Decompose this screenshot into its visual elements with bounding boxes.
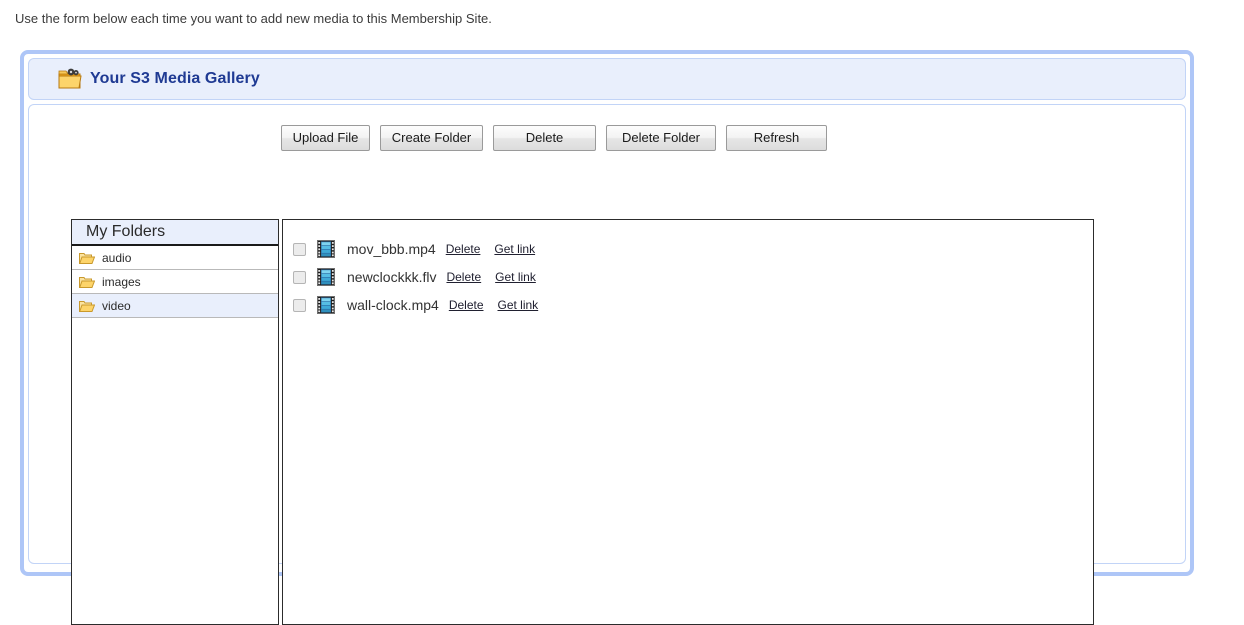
file-name: mov_bbb.mp4	[347, 241, 436, 257]
file-row: newclockkk.flv Delete Get link	[283, 263, 1093, 291]
gallery-body: Upload File Create Folder Delete Delete …	[28, 104, 1186, 625]
sidebar-item-video[interactable]: video	[72, 294, 278, 318]
gallery-container: Your S3 Media Gallery Upload File Create…	[20, 50, 1194, 625]
delete-folder-button[interactable]: Delete Folder	[606, 125, 716, 151]
file-get-link[interactable]: Get link	[498, 298, 539, 312]
open-folder-icon	[78, 251, 96, 265]
sidebar-item-audio[interactable]: audio	[72, 246, 278, 270]
film-strip-icon	[317, 268, 335, 286]
file-name: wall-clock.mp4	[347, 297, 439, 313]
file-delete-link[interactable]: Delete	[449, 298, 484, 312]
file-row: wall-clock.mp4 Delete Get link	[283, 291, 1093, 319]
folders-panel-title: My Folders	[86, 223, 166, 240]
open-folder-icon	[78, 299, 96, 313]
file-select-checkbox[interactable]	[293, 242, 306, 256]
sidebar-item-label: video	[102, 298, 131, 313]
open-folder-icon	[78, 275, 96, 289]
file-get-link[interactable]: Get link	[495, 270, 536, 284]
file-delete-link[interactable]: Delete	[446, 242, 481, 256]
sidebar-item-label: images	[102, 274, 141, 289]
file-select-checkbox[interactable]	[293, 270, 306, 284]
file-get-link[interactable]: Get link	[494, 242, 535, 256]
file-name: newclockkk.flv	[347, 269, 437, 285]
toolbar: Upload File Create Folder Delete Delete …	[281, 125, 827, 151]
folders-panel-header: My Folders	[72, 220, 278, 246]
film-strip-icon	[317, 240, 335, 258]
page-title: Your S3 Media Gallery	[90, 70, 260, 87]
delete-button[interactable]: Delete	[493, 125, 596, 151]
create-folder-button[interactable]: Create Folder	[380, 125, 483, 151]
gallery-header: Your S3 Media Gallery	[28, 58, 1186, 100]
file-select-checkbox[interactable]	[293, 298, 306, 312]
media-folder-icon	[58, 68, 82, 90]
intro-text: Use the form below each time you want to…	[15, 11, 492, 26]
file-row: mov_bbb.mp4 Delete Get link	[283, 235, 1093, 263]
sidebar-item-label: audio	[102, 250, 132, 265]
files-panel: mov_bbb.mp4 Delete Get link newclockkk.f…	[282, 219, 1094, 625]
folders-panel: My Folders audio images video	[71, 219, 279, 625]
file-delete-link[interactable]: Delete	[446, 270, 481, 284]
upload-file-button[interactable]: Upload File	[281, 125, 370, 151]
sidebar-item-images[interactable]: images	[72, 270, 278, 294]
film-strip-icon	[317, 296, 335, 314]
refresh-button[interactable]: Refresh	[726, 125, 827, 151]
